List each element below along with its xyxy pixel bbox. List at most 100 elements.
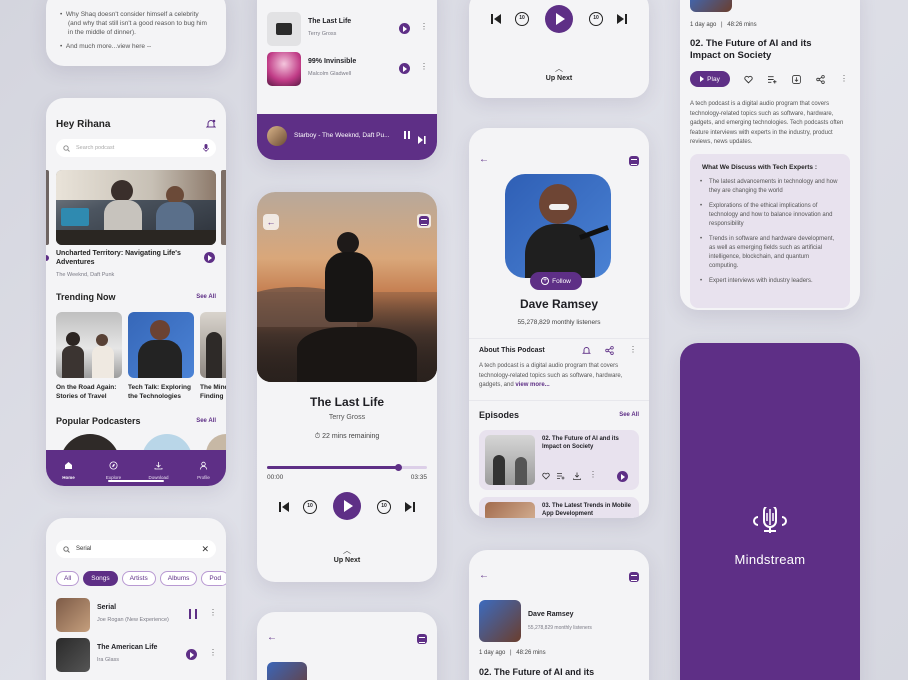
result-2-play-button[interactable] bbox=[186, 649, 197, 660]
forward-10-label: 10 bbox=[381, 503, 387, 509]
mindstream-logo-icon bbox=[753, 507, 787, 533]
nav-explore[interactable]: Explore bbox=[94, 457, 134, 480]
more-icon[interactable]: ⋮ bbox=[420, 63, 428, 71]
track-row-1[interactable]: The Last Life Terry Gross ⋮ bbox=[267, 12, 428, 46]
back-arrow[interactable]: ← bbox=[267, 632, 277, 643]
progress-track[interactable] bbox=[267, 464, 427, 471]
skip-next-icon[interactable] bbox=[617, 14, 627, 24]
up-next[interactable]: ︿ Up Next bbox=[469, 65, 649, 83]
filter-albums[interactable]: Albums bbox=[159, 571, 198, 586]
filter-artists[interactable]: Artists bbox=[121, 571, 156, 586]
up-next-label: Up Next bbox=[545, 75, 573, 82]
divider bbox=[469, 338, 649, 339]
download-icon[interactable] bbox=[573, 472, 581, 480]
nav-profile[interactable]: Profile bbox=[184, 457, 224, 480]
nav-home[interactable]: Home bbox=[49, 457, 89, 480]
track-1-play-button[interactable] bbox=[399, 23, 410, 34]
back-arrow[interactable]: ← bbox=[479, 154, 489, 165]
up-next[interactable]: ︿ Up Next bbox=[257, 547, 437, 565]
mini-player[interactable]: Starboy - The Weeknd, Daft Pu... bbox=[257, 114, 437, 160]
episode-duration: 48:26 mins bbox=[516, 650, 546, 656]
menu-button[interactable] bbox=[629, 156, 639, 166]
share-icon[interactable] bbox=[605, 346, 614, 355]
add-to-queue-icon[interactable] bbox=[768, 75, 777, 84]
featured-podcast-image[interactable] bbox=[56, 170, 216, 245]
pause-icon[interactable] bbox=[189, 609, 197, 619]
time-end: 03:35 bbox=[410, 474, 427, 481]
mic-icon[interactable] bbox=[203, 144, 209, 152]
progress-thumb[interactable] bbox=[394, 464, 402, 471]
episode-card-1[interactable]: 02. The Future of AI and its Impact on S… bbox=[479, 430, 639, 490]
result-1-title: Serial bbox=[97, 604, 117, 611]
more-icon[interactable]: ⋮ bbox=[209, 609, 217, 617]
add-to-queue-icon[interactable] bbox=[557, 472, 565, 480]
skip-previous-icon[interactable] bbox=[279, 502, 289, 512]
trending-card-3-image[interactable] bbox=[200, 312, 226, 378]
more-icon[interactable]: ⋮ bbox=[629, 346, 637, 354]
profile-icon bbox=[199, 461, 208, 470]
more-icon[interactable]: ⋮ bbox=[420, 23, 428, 31]
result-2-artist: Ira Glass bbox=[97, 657, 120, 663]
download-icon[interactable] bbox=[792, 75, 801, 84]
result-row-2[interactable]: The American Life Ira Glass ⋮ bbox=[56, 638, 217, 672]
search-bar[interactable]: Search podcast bbox=[56, 139, 216, 157]
splash-screen: Mindstream bbox=[680, 343, 860, 680]
popular-see-all[interactable]: See All bbox=[196, 418, 216, 424]
bullet-1: The latest advancements in technology an… bbox=[709, 179, 838, 194]
bell-icon[interactable] bbox=[206, 119, 216, 129]
plus-circle-icon: + bbox=[541, 277, 550, 285]
forward-10-icon[interactable]: 10 bbox=[377, 500, 391, 514]
rewind-10-icon[interactable]: 10 bbox=[303, 500, 317, 514]
about-body: A tech podcast is a digital audio progra… bbox=[479, 363, 623, 388]
back-button[interactable]: ← bbox=[263, 214, 279, 230]
back-arrow[interactable]: ← bbox=[479, 570, 489, 581]
search-icon bbox=[63, 144, 70, 152]
trending-card-2-title: Tech Talk: Exploring the Technologies bbox=[128, 384, 191, 400]
follow-button[interactable]: + Follow bbox=[530, 272, 582, 290]
more-icon[interactable]: ⋮ bbox=[209, 649, 217, 657]
episodes-see-all[interactable]: See All bbox=[619, 412, 639, 418]
skip-next-icon[interactable] bbox=[405, 502, 415, 512]
heart-icon[interactable] bbox=[542, 472, 550, 480]
more-icon[interactable]: ⋮ bbox=[840, 75, 848, 83]
discuss-bullet: • Explorations of the ethical implication… bbox=[700, 202, 840, 229]
view-more-link[interactable]: And much more...view here -- bbox=[66, 43, 151, 50]
play-button[interactable] bbox=[545, 5, 573, 33]
episode-card-2[interactable]: 03. The Latest Trends in Mobile App Deve… bbox=[479, 497, 639, 518]
track-2-play-button[interactable] bbox=[399, 63, 410, 74]
heart-icon[interactable] bbox=[744, 75, 753, 84]
search-field[interactable]: Serial ✕ bbox=[56, 540, 216, 558]
artist-thumb bbox=[690, 0, 732, 12]
filter-all[interactable]: All bbox=[56, 571, 80, 586]
featured-play-button[interactable] bbox=[204, 252, 215, 263]
track-row-2[interactable]: 99% Invinsible Malcolm Gladwell ⋮ bbox=[267, 52, 428, 86]
trending-card-2-image[interactable] bbox=[128, 312, 194, 378]
episode-1-play-button[interactable] bbox=[617, 471, 628, 482]
clear-icon[interactable]: ✕ bbox=[201, 544, 209, 554]
play-button[interactable] bbox=[333, 492, 361, 520]
result-row-1[interactable]: Serial Joe Rogan (New Experience) ⋮ bbox=[56, 598, 217, 632]
filter-podcasts[interactable]: Pod bbox=[201, 571, 226, 586]
download-icon bbox=[154, 461, 163, 469]
mini-player-thumb bbox=[267, 126, 287, 146]
menu-button[interactable] bbox=[417, 214, 431, 228]
search-placeholder: Search podcast bbox=[76, 145, 115, 151]
nav-download[interactable]: Download bbox=[139, 457, 179, 480]
share-icon[interactable] bbox=[816, 75, 825, 84]
skip-previous-icon[interactable] bbox=[491, 14, 501, 24]
trending-card-1-image[interactable] bbox=[56, 312, 122, 378]
now-playing-screen: ← The Last Life Terry Gross ⏱ 22 mins re… bbox=[257, 192, 437, 582]
pause-icon[interactable] bbox=[404, 131, 410, 139]
episode-2-thumb bbox=[485, 502, 535, 518]
rewind-10-icon[interactable]: 10 bbox=[515, 12, 529, 26]
menu-button[interactable] bbox=[629, 572, 639, 582]
filter-songs[interactable]: Songs bbox=[83, 571, 118, 586]
skip-next-icon[interactable] bbox=[418, 131, 426, 144]
forward-10-icon[interactable]: 10 bbox=[589, 12, 603, 26]
more-icon[interactable]: ⋮ bbox=[589, 471, 597, 479]
view-more-link[interactable]: view more... bbox=[515, 382, 549, 388]
play-button[interactable]: Play bbox=[690, 71, 730, 87]
menu-button[interactable] bbox=[417, 634, 427, 644]
trending-see-all[interactable]: See All bbox=[196, 294, 216, 300]
bell-plus-icon[interactable] bbox=[582, 346, 591, 355]
